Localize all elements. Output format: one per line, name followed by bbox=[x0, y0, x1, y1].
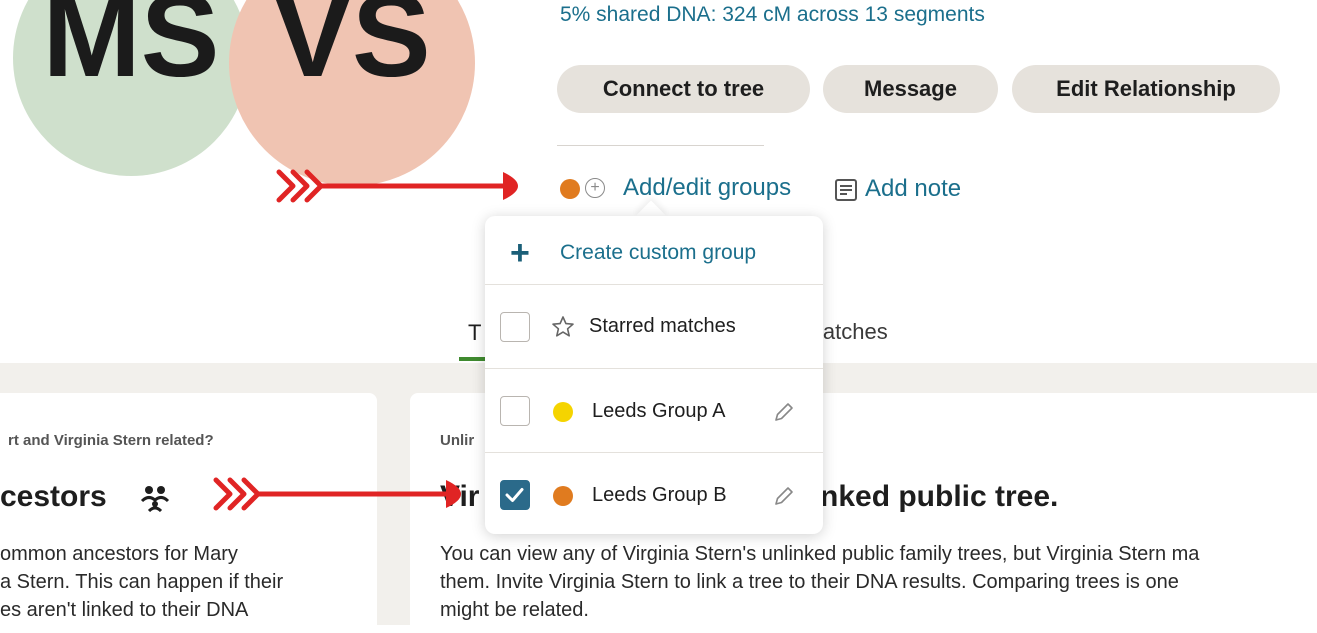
match-avatar: MS bbox=[13, 0, 249, 176]
note-icon[interactable] bbox=[834, 178, 858, 202]
starred-checkbox[interactable] bbox=[500, 312, 530, 342]
groups-dropdown: + Create custom group Starred matches Le… bbox=[485, 216, 823, 534]
match-initials: MS bbox=[42, 0, 220, 102]
checkmark-icon bbox=[505, 488, 524, 502]
leeds-b-label: Leeds Group B bbox=[592, 484, 727, 506]
edit-relationship-button[interactable]: Edit Relationship bbox=[1012, 65, 1280, 113]
common-ancestors-heading: cestors bbox=[0, 480, 107, 513]
unlinked-tree-heading-end: nked public tree. bbox=[820, 480, 1059, 513]
message-button[interactable]: Message bbox=[823, 65, 998, 113]
group-a-color-dot bbox=[553, 402, 573, 422]
divider bbox=[557, 145, 764, 146]
leeds-b-checkbox[interactable] bbox=[500, 480, 530, 510]
connect-to-tree-button[interactable]: Connect to tree bbox=[557, 65, 810, 113]
group-indicator-dot bbox=[560, 179, 580, 199]
tab-shared-matches-partial[interactable]: latches bbox=[818, 319, 888, 345]
leeds-a-checkbox[interactable] bbox=[500, 396, 530, 426]
ancestors-icon bbox=[140, 486, 170, 512]
add-circle-icon[interactable]: + bbox=[585, 178, 605, 198]
add-note-link[interactable]: Add note bbox=[865, 175, 961, 203]
group-option-starred[interactable]: Starred matches bbox=[485, 285, 823, 368]
add-edit-groups-link[interactable]: Add/edit groups bbox=[623, 174, 791, 202]
group-option-leeds-b[interactable]: Leeds Group B bbox=[485, 453, 823, 534]
create-custom-group-link[interactable]: Create custom group bbox=[560, 241, 756, 265]
group-b-color-dot bbox=[553, 486, 573, 506]
starred-label: Starred matches bbox=[589, 315, 736, 337]
shared-dna-summary[interactable]: 5% shared DNA: 324 cM across 13 segments bbox=[560, 3, 985, 27]
pencil-icon[interactable] bbox=[772, 484, 796, 508]
self-initials: VS bbox=[273, 0, 431, 102]
self-avatar: VS bbox=[229, 0, 475, 186]
plus-icon[interactable]: + bbox=[510, 236, 530, 270]
common-ancestors-body: ommon ancestors for Mary a Stern. This c… bbox=[0, 543, 284, 621]
group-option-leeds-a[interactable]: Leeds Group A bbox=[485, 369, 823, 452]
unlinked-tree-body: You can view any of Virginia Stern's unl… bbox=[440, 543, 1200, 621]
star-icon bbox=[552, 316, 574, 337]
relationship-question: rt and Virginia Stern related? bbox=[8, 432, 214, 449]
annotation-arrow-bottom bbox=[213, 477, 461, 511]
tab-trees-partial[interactable]: T bbox=[468, 320, 481, 346]
unlinked-tree-label: Unlir bbox=[440, 432, 475, 449]
annotation-arrow-top bbox=[276, 169, 518, 203]
pencil-icon[interactable] bbox=[772, 400, 796, 424]
leeds-a-label: Leeds Group A bbox=[592, 400, 726, 422]
